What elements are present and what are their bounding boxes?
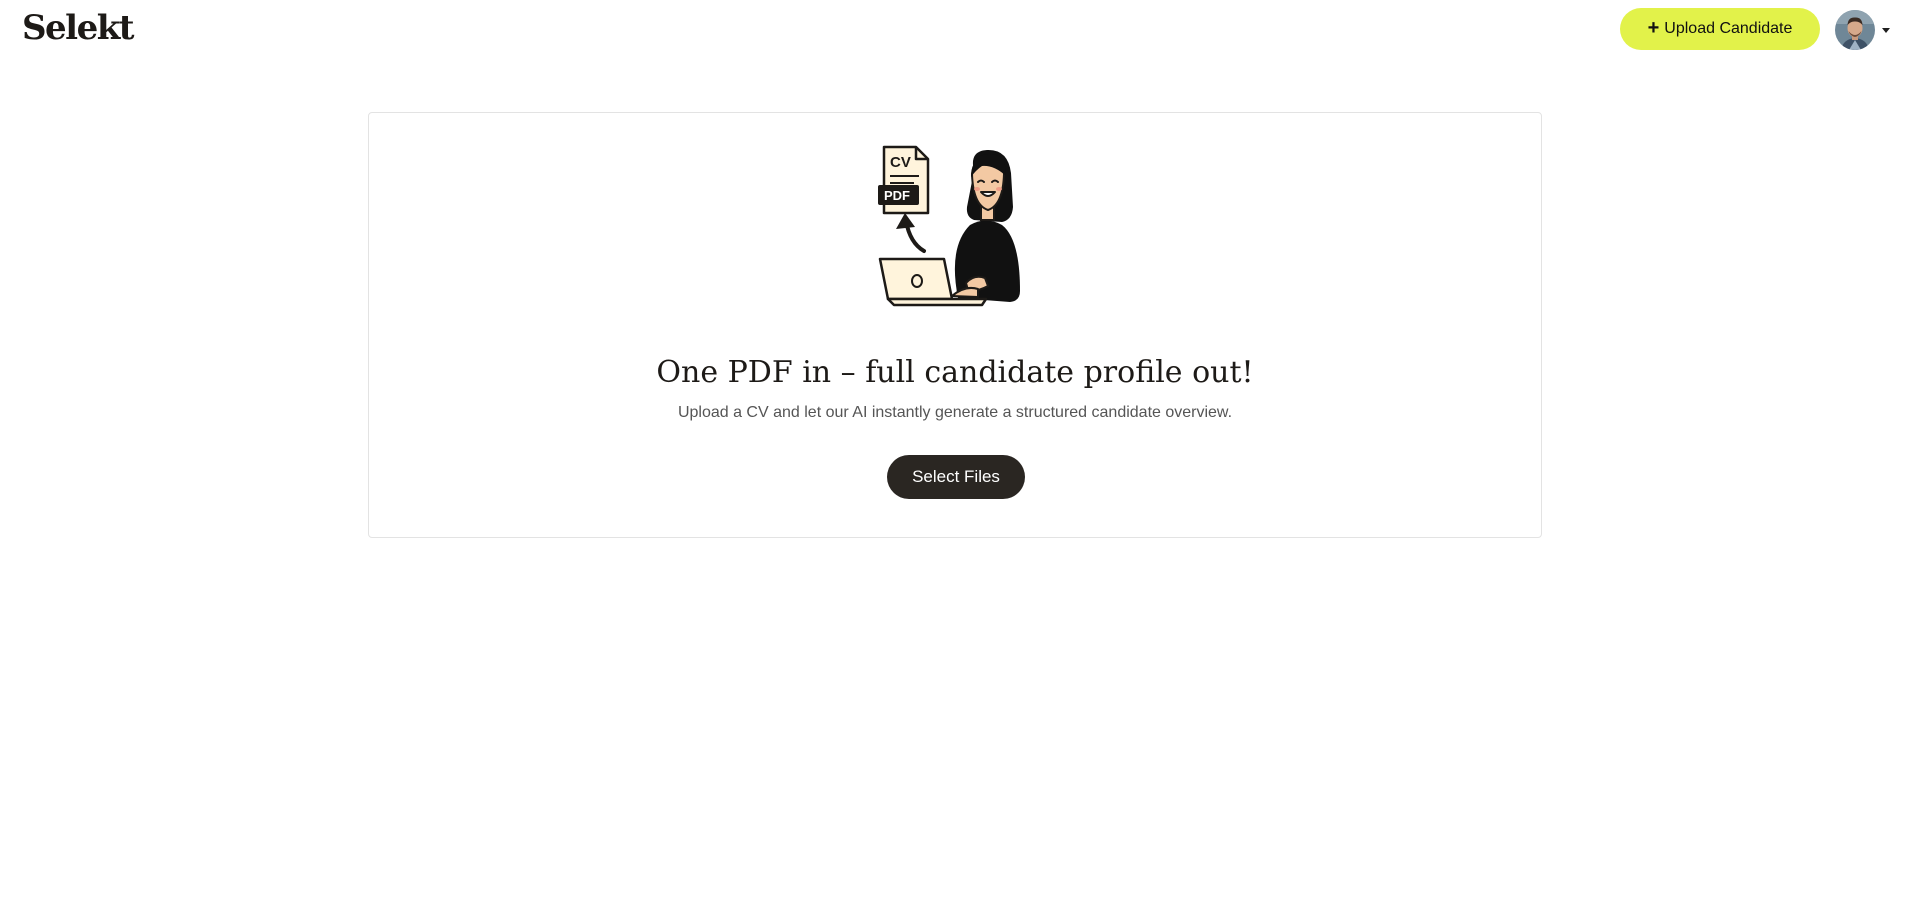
upload-candidate-label: Upload Candidate — [1664, 20, 1793, 37]
empty-state-description: Upload a CV and let our AI instantly gen… — [677, 404, 1233, 421]
empty-state-title: One PDF in – full candidate profile out! — [656, 355, 1254, 390]
upload-dropzone-card: CV PDF One PDF in – full candidate profi… — [368, 112, 1542, 538]
upload-cv-illustration: CV PDF — [878, 145, 1020, 307]
plus-icon: + — [1647, 17, 1660, 39]
cv-text: CV — [890, 154, 911, 171]
select-files-button[interactable]: Select Files — [887, 455, 1025, 499]
user-menu[interactable] — [1835, 9, 1897, 51]
pdf-badge-text: PDF — [884, 188, 910, 203]
avatar[interactable] — [1835, 10, 1875, 50]
upload-candidate-button[interactable]: + Upload Candidate — [1620, 8, 1820, 50]
chevron-down-icon — [1882, 27, 1890, 33]
app-logo[interactable]: Selekt — [22, 6, 135, 50]
top-bar: Selekt + Upload Candidate — [0, 0, 1912, 64]
